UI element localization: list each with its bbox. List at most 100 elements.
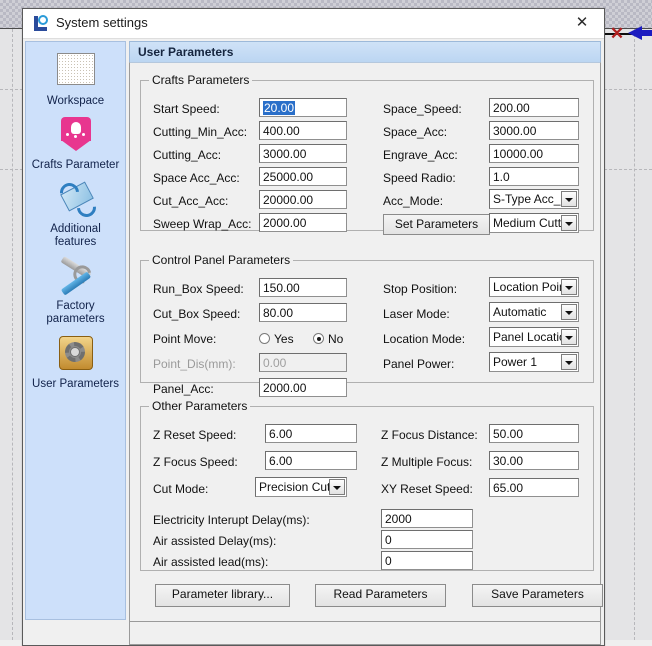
field-label-cut-box-speed: Cut_Box Speed: [153, 307, 240, 321]
dialog-title: System settings [56, 15, 148, 30]
sidebar-item-label: User Parameters [26, 378, 125, 391]
sidebar-item-label-line1: Factory [26, 300, 125, 313]
field-label-cutting-acc: Cutting_Acc: [153, 148, 221, 162]
field-label-space-acc: Space_Acc: [383, 125, 447, 139]
input-value: 20.00 [263, 101, 295, 115]
input-z-focus-speed[interactable]: 6.00 [265, 451, 357, 470]
field-label-z-focus-distance: Z Focus Distance: [381, 428, 478, 442]
input-run-box-speed[interactable]: 150.00 [259, 278, 347, 297]
input-panel-acc[interactable]: 2000.00 [259, 378, 347, 397]
select-value: Medium Cuttir [493, 216, 568, 230]
field-label-location-mode: Location Mode: [383, 332, 465, 346]
input-cut-box-speed[interactable]: 80.00 [259, 303, 347, 322]
user-gear-icon [56, 336, 96, 376]
save-parameters-button[interactable]: Save Parameters [472, 584, 603, 607]
select-acc-mode[interactable]: S-Type Acc_[ [489, 189, 579, 209]
radio-label: Yes [274, 332, 294, 346]
radio-point-move-yes[interactable]: Yes [259, 332, 294, 346]
input-z-multiple-focus[interactable]: 30.00 [489, 451, 579, 470]
field-label-cut-mode: Cut Mode: [153, 482, 208, 496]
select-stop-position[interactable]: Location Poin [489, 277, 579, 297]
select-value: S-Type Acc_[ [493, 192, 564, 206]
group-control-panel-parameters: Control Panel Parameters Run_Box Speed: … [140, 253, 594, 383]
sidebar-item-workspace[interactable]: Workspace [26, 42, 125, 108]
field-label-sweep-wrap-acc: Sweep Wrap_Acc: [153, 217, 252, 231]
input-space-acc-acc[interactable]: 25000.00 [259, 167, 347, 186]
input-sweep-wrap-acc[interactable]: 2000.00 [259, 213, 347, 232]
grid-line-vertical [634, 29, 635, 640]
input-cutting-min-acc[interactable]: 400.00 [259, 121, 347, 140]
select-location-mode[interactable]: Panel Locatio [489, 327, 579, 347]
field-label-acc-mode: Acc_Mode: [383, 194, 443, 208]
input-space-acc[interactable]: 3000.00 [489, 121, 579, 140]
select-value: Power 1 [493, 355, 537, 369]
set-parameters-button[interactable]: Set Parameters [383, 214, 490, 235]
chevron-down-icon[interactable] [561, 304, 577, 320]
sidebar-item-label: Workspace [26, 95, 125, 108]
select-value: Precision Cutt [259, 480, 334, 494]
select-material-type[interactable]: Medium Cuttir [489, 213, 579, 233]
input-air-assisted-lead[interactable]: 0 [381, 551, 473, 570]
system-settings-dialog: System settings ✕ Workspace [22, 8, 605, 646]
field-label-z-reset-speed: Z Reset Speed: [153, 428, 236, 442]
select-value: Panel Locatio [493, 330, 566, 344]
group-crafts-parameters: Crafts Parameters Start Speed: 20.00 Cut… [140, 73, 594, 231]
input-cutting-acc[interactable]: 3000.00 [259, 144, 347, 163]
button-bar-separator [130, 621, 600, 622]
field-label-panel-acc: Panel_Acc: [153, 382, 214, 396]
input-electricity-interupt-delay[interactable]: 2000 [381, 509, 473, 528]
parameter-library-button[interactable]: Parameter library... [155, 584, 290, 607]
input-engrave-acc[interactable]: 10000.00 [489, 144, 579, 163]
input-start-speed[interactable]: 20.00 [259, 98, 347, 117]
sidebar-item-additional-features[interactable]: Additional features [26, 172, 125, 249]
input-point-dis: 0.00 [259, 353, 347, 372]
grid-line-vertical [12, 29, 13, 640]
dialog-titlebar[interactable]: System settings ✕ [23, 9, 604, 39]
field-label-air-assisted-delay: Air assisted Delay(ms): [153, 534, 276, 548]
input-z-focus-distance[interactable]: 50.00 [489, 424, 579, 443]
chevron-down-icon[interactable] [561, 354, 577, 370]
field-label-stop-position: Stop Position: [383, 282, 457, 296]
close-icon[interactable]: ✕ [560, 9, 604, 37]
chevron-down-icon[interactable] [561, 279, 577, 295]
chevron-down-icon[interactable] [561, 215, 577, 231]
radio-label: No [328, 332, 343, 346]
field-label-electricity-interupt-delay: Electricity Interupt Delay(ms): [153, 513, 310, 527]
tab-user-parameters[interactable]: User Parameters [129, 41, 601, 62]
annotation-arrow-head [628, 26, 642, 40]
input-cut-acc-acc[interactable]: 20000.00 [259, 190, 347, 209]
chevron-down-icon[interactable] [329, 479, 345, 495]
sidebar-item-user-parameters[interactable]: User Parameters [26, 326, 125, 391]
tab-label: User Parameters [138, 45, 233, 59]
group-title: Control Panel Parameters [149, 253, 293, 267]
chevron-down-icon[interactable] [561, 329, 577, 345]
sidebar-item-label-line1: Additional [26, 223, 125, 236]
dialog-body: Workspace Crafts Parameter [23, 39, 604, 645]
field-label-cutting-min-acc: Cutting_Min_Acc: [153, 125, 247, 139]
input-speed-radio[interactable]: 1.0 [489, 167, 579, 186]
field-label-point-dis: Point_Dis(mm): [153, 357, 236, 371]
sidebar-item-label-line2: parameters [26, 313, 125, 326]
input-z-reset-speed[interactable]: 6.00 [265, 424, 357, 443]
radio-point-move-no[interactable]: No [313, 332, 343, 346]
field-label-engrave-acc: Engrave_Acc: [383, 148, 458, 162]
sidebar-item-crafts-parameter[interactable]: Crafts Parameter [26, 108, 125, 172]
read-parameters-button[interactable]: Read Parameters [315, 584, 446, 607]
chevron-down-icon[interactable] [561, 191, 577, 207]
main-content: User Parameters Crafts Parameters Start … [129, 41, 601, 645]
group-title: Other Parameters [149, 399, 250, 413]
input-air-assisted-delay[interactable]: 0 [381, 530, 473, 549]
field-label-z-focus-speed: Z Focus Speed: [153, 455, 238, 469]
field-label-run-box-speed: Run_Box Speed: [153, 282, 244, 296]
sidebar-item-label-line2: features [26, 236, 125, 249]
input-space-speed[interactable]: 200.00 [489, 98, 579, 117]
input-xy-reset-speed[interactable]: 65.00 [489, 478, 579, 497]
field-label-laser-mode: Laser Mode: [383, 307, 450, 321]
select-cut-mode[interactable]: Precision Cutt [255, 477, 347, 497]
additional-arrows-icon [56, 181, 96, 221]
select-panel-power[interactable]: Power 1 [489, 352, 579, 372]
sidebar-item-factory-parameters[interactable]: Factory parameters [26, 249, 125, 326]
group-other-parameters: Other Parameters Z Reset Speed: 6.00 Z F… [140, 399, 594, 571]
select-laser-mode[interactable]: Automatic [489, 302, 579, 322]
app-logo-icon [32, 15, 49, 32]
